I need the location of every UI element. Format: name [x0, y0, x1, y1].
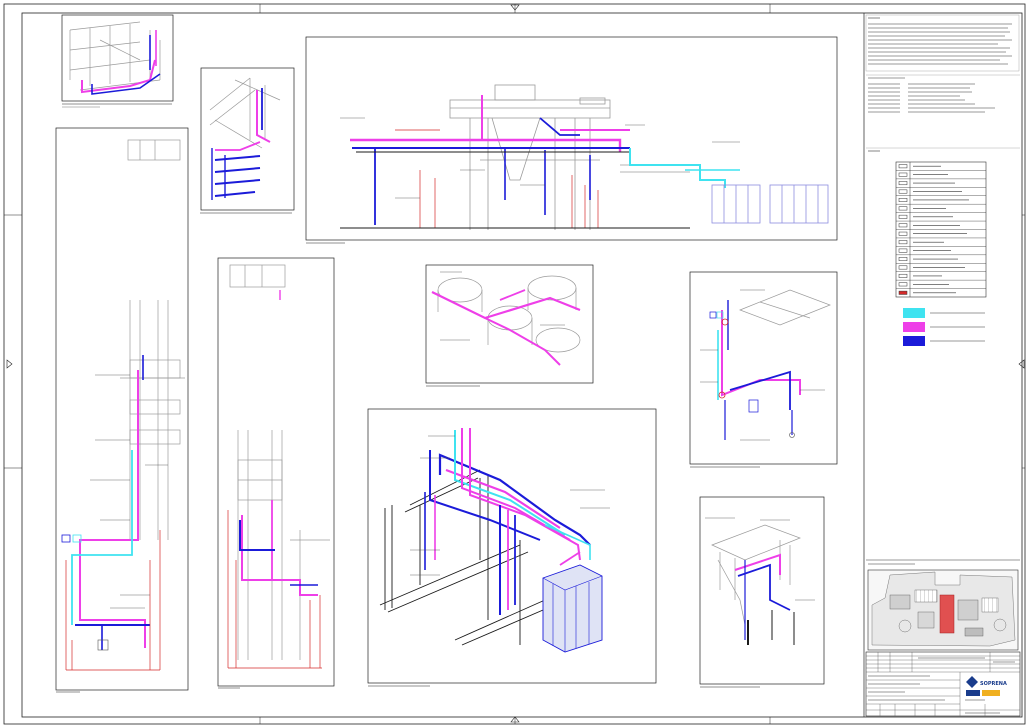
view-iso-tanks[interactable]: [425, 264, 594, 387]
company-logo: SOPRENA: [966, 676, 1007, 696]
view-iso-top-left[interactable]: [61, 14, 174, 108]
legend-swatch: [903, 336, 925, 346]
legend-symbol-icon: [898, 172, 908, 177]
legend-symbol-icon: [898, 240, 908, 245]
company-logo-icon: [966, 676, 978, 688]
view-iso-right-mid[interactable]: [689, 271, 838, 468]
view-iso-right-low[interactable]: [699, 496, 825, 688]
title-block: SOPRENA: [865, 651, 1021, 717]
legend-symbol-icon: [898, 282, 908, 287]
company-name: SOPRENA: [980, 681, 1007, 687]
legend-swatch: [903, 322, 925, 332]
view-elevation-mid-left[interactable]: [217, 257, 335, 689]
legend-symbol-icon: [898, 223, 908, 228]
center-arrow-left-icon: [6, 359, 13, 369]
legend-symbol-icon: [898, 206, 908, 211]
legend-symbol-icon: [898, 181, 908, 186]
legend-swatch: [903, 308, 925, 318]
legend-symbol-icon: [898, 273, 908, 278]
legend-symbol-icon: [898, 257, 908, 261]
view-elevation-left[interactable]: [55, 127, 189, 693]
legend-symbol-icon: [898, 189, 908, 194]
drawing-sheet: SOPRENA: [3, 3, 1026, 725]
key-plan: [866, 559, 1020, 651]
legend-symbol-icon: [898, 214, 908, 219]
legend-symbol-icon: [898, 290, 908, 295]
view-iso-main[interactable]: [367, 408, 657, 687]
legend-symbol-icon: [898, 265, 908, 270]
center-arrow-right-icon: [1018, 359, 1025, 369]
notes-block: [865, 14, 1020, 72]
reference-drawings-block: [866, 74, 1020, 113]
legend-symbol-icon: [898, 198, 908, 202]
legend-symbol-icon: [898, 248, 908, 253]
legend-symbol-icon: [898, 231, 908, 236]
side-panel: SOPRENA: [863, 13, 1021, 717]
legend-block: [866, 147, 1020, 346]
legend-symbol-icon: [898, 164, 908, 169]
view-iso-detail-2[interactable]: [200, 67, 295, 214]
view-main-elevation[interactable]: [305, 36, 838, 244]
